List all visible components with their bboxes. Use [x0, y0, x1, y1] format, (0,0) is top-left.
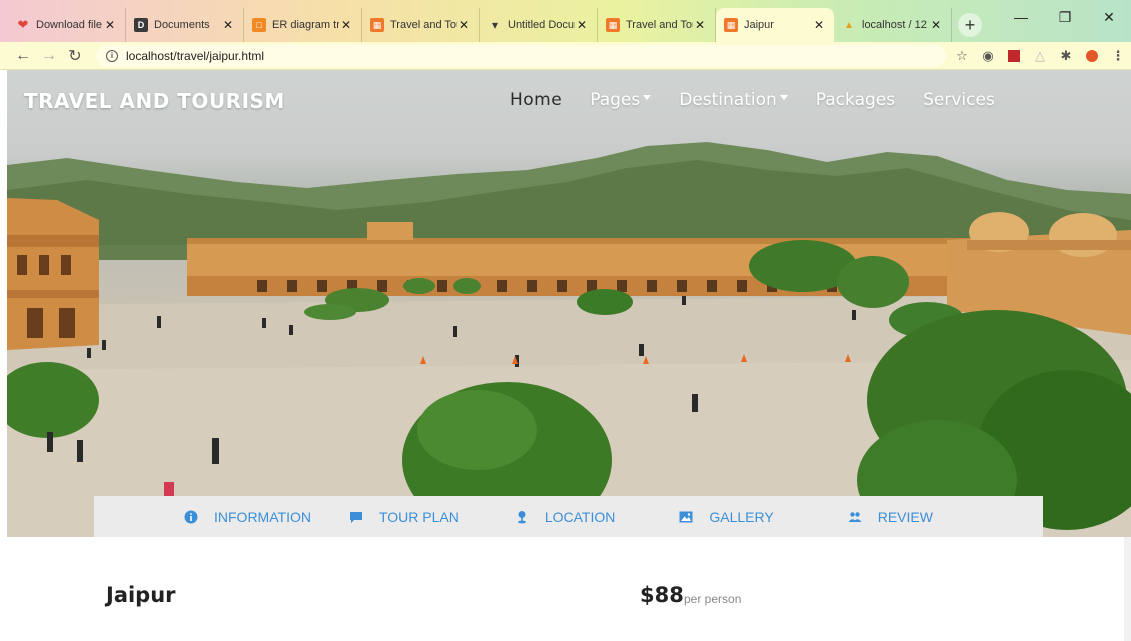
section-tab-bar: INFORMATION TOUR PLAN LOCATION GALLERY R…: [94, 496, 1043, 537]
browser-tab[interactable]: ❤ Download file ✕: [8, 8, 126, 42]
close-icon[interactable]: ✕: [457, 18, 471, 32]
tab-title: localhost / 12: [862, 19, 927, 31]
close-icon[interactable]: ✕: [339, 18, 353, 32]
tab-review-label: REVIEW: [877, 508, 933, 525]
tab-title: Jaipur: [744, 19, 774, 31]
hero-image: [7, 142, 1131, 537]
tab-title: Download file: [36, 19, 103, 31]
nav-destination-label: Destination: [679, 90, 777, 110]
tab-title: Documents: [154, 19, 210, 31]
star-icon[interactable]: ☆: [955, 48, 969, 63]
nav-home[interactable]: Home: [510, 90, 562, 110]
tab-location[interactable]: LOCATION: [515, 508, 616, 525]
tab-tour-plan[interactable]: TOUR PLAN: [349, 509, 459, 525]
nav-packages[interactable]: Packages: [816, 90, 895, 110]
new-tab-button[interactable]: +: [958, 13, 982, 37]
tab-gallery-label: GALLERY: [709, 508, 774, 525]
close-icon[interactable]: ✕: [812, 18, 826, 32]
caret-down-icon: [779, 94, 788, 100]
scrollbar-track[interactable]: [1124, 537, 1131, 641]
puzzle-icon[interactable]: ✱: [1059, 48, 1073, 63]
tab-gallery[interactable]: GALLERY: [679, 508, 774, 525]
nav-pages-label: Pages: [590, 90, 641, 110]
diagram-icon: □: [252, 18, 266, 32]
close-icon[interactable]: ✕: [929, 18, 943, 32]
close-icon[interactable]: ✕: [103, 18, 117, 32]
database-icon: ▲: [844, 19, 854, 31]
photo-icon: ▦: [724, 18, 738, 32]
restore-icon[interactable]: ❐: [1043, 0, 1087, 34]
users-icon: [848, 510, 862, 524]
browser-tab[interactable]: ▲ localhost / 12 ✕: [834, 8, 952, 42]
browser-tab[interactable]: ▾ Untitled Docur ✕: [480, 8, 598, 42]
close-icon[interactable]: ✕: [575, 18, 589, 32]
tab-location-label: LOCATION: [544, 508, 616, 525]
close-icon[interactable]: ✕: [693, 18, 707, 32]
photo-icon: ▦: [370, 18, 384, 32]
browser-tab[interactable]: □ ER diagram tre ✕: [244, 8, 362, 42]
tab-title: Untitled Docur: [508, 19, 575, 31]
extensions-area: ☆ ◉ △ ✱ ⋮: [955, 42, 1125, 70]
menu-icon[interactable]: ⋮: [1111, 48, 1125, 63]
photo-icon: ▦: [606, 18, 620, 32]
minimize-icon[interactable]: —: [999, 0, 1043, 34]
heart-icon: ❤: [17, 17, 29, 32]
image-icon: [679, 510, 693, 524]
nav-services[interactable]: Services: [923, 90, 995, 110]
window-controls: — ❐ ✕: [999, 0, 1131, 34]
caret-down-icon: [643, 94, 652, 100]
tab-title: Travel and Tou: [626, 19, 693, 31]
extension-red-icon[interactable]: [1007, 49, 1021, 63]
site-brand[interactable]: TRAVEL AND TOURISM: [24, 89, 285, 113]
camera-icon[interactable]: ◉: [981, 48, 995, 63]
browser-tab-bar: ❤ Download file ✕ D Documents ✕ □ ER dia…: [0, 0, 1131, 42]
close-window-icon[interactable]: ✕: [1087, 0, 1131, 34]
map-pin-icon: [515, 510, 529, 524]
url-text: localhost/travel/jaipur.html: [126, 48, 265, 63]
browser-tab[interactable]: ▦ Travel and Tou ✕: [598, 8, 716, 42]
extension-tri-icon[interactable]: △: [1033, 48, 1047, 63]
tab-title: ER diagram tre: [272, 19, 339, 31]
forward-icon[interactable]: →: [36, 47, 62, 65]
price-value: $88: [640, 583, 684, 607]
tab-information[interactable]: INFORMATION: [184, 509, 311, 525]
back-icon[interactable]: ←: [10, 47, 36, 65]
browser-tab[interactable]: ▦ Travel and Tou ✕: [362, 8, 480, 42]
main-navigation: Home Pages Destination Packages Services: [510, 90, 1023, 110]
tab-title: Travel and Tou: [390, 19, 457, 31]
info-icon: [184, 510, 198, 524]
browser-toolbar: ← → ↻ i localhost/travel/jaipur.html ☆ ◉…: [0, 42, 1131, 70]
nav-pages[interactable]: Pages: [590, 90, 652, 110]
browser-tab-active[interactable]: ▦ Jaipur ✕: [716, 8, 834, 42]
address-bar[interactable]: i localhost/travel/jaipur.html: [96, 44, 946, 67]
tab-information-label: INFORMATION: [214, 508, 311, 525]
document-icon: D: [134, 18, 148, 32]
site-info-icon[interactable]: i: [106, 49, 118, 62]
tab-tour-plan-label: TOUR PLAN: [378, 508, 459, 525]
price-unit: per person: [684, 592, 742, 606]
hero-banner: TRAVEL AND TOURISM Home Pages Destinatio…: [7, 70, 1131, 537]
close-icon[interactable]: ✕: [221, 18, 235, 32]
pin-icon: ▾: [491, 18, 499, 32]
reload-icon[interactable]: ↻: [62, 46, 88, 66]
profile-icon[interactable]: [1085, 49, 1099, 63]
tab-review[interactable]: REVIEW: [848, 509, 933, 525]
chat-icon: [349, 510, 363, 524]
nav-destination[interactable]: Destination: [679, 90, 788, 110]
browser-tab[interactable]: D Documents ✕: [126, 8, 244, 42]
page-title: Jaipur: [106, 583, 176, 607]
